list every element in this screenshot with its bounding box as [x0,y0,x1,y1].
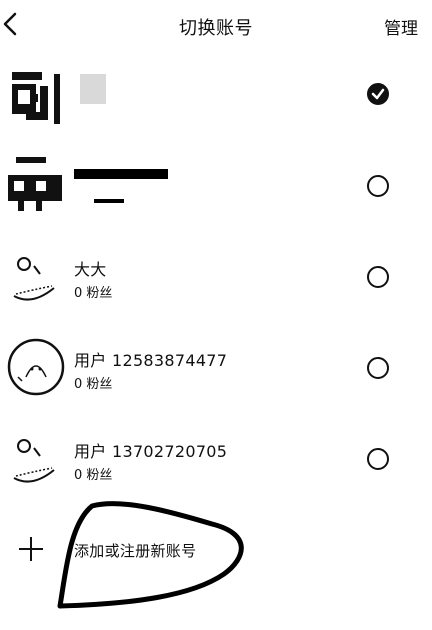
unselected-radio[interactable] [367,448,389,470]
plus-icon [19,537,43,561]
unselected-radio[interactable] [367,357,389,379]
redacted-name [80,74,106,104]
account-name: 大大 [74,260,107,279]
unselected-radio[interactable] [367,266,389,288]
boat-sketch-avatar [6,432,66,492]
account-row[interactable] [0,52,432,142]
redacted-name [74,169,168,179]
selected-radio[interactable] [367,83,389,105]
unselected-radio[interactable] [367,175,389,197]
account-row[interactable] [0,143,432,233]
account-row[interactable]: 用户 12583874477 0 粉丝 [0,325,432,415]
account-fans: 0 粉丝 [74,377,113,392]
account-name: 用户 13702720705 [74,442,228,461]
qr-code-pixel-avatar [6,68,66,128]
account-row[interactable]: 大大 0 粉丝 [0,234,432,324]
pixel-robot-avatar [6,155,66,215]
account-row[interactable]: 用户 13702720705 0 粉丝 [0,416,432,506]
checkmark-icon [371,88,385,100]
add-account-button[interactable]: 添加或注册新账号 [0,500,432,618]
top-nav-bar: 切换账号 管理 [0,0,432,52]
redacted-fans [94,199,124,203]
page-title: 切换账号 [179,18,253,39]
cartoon-circle-avatar [6,337,66,397]
manage-button[interactable]: 管理 [384,14,418,39]
add-account-label: 添加或注册新账号 [74,542,197,560]
boat-sketch-avatar [6,250,66,310]
account-name: 用户 12583874477 [74,351,228,370]
account-fans: 0 粉丝 [74,468,113,483]
account-fans: 0 粉丝 [74,286,113,301]
